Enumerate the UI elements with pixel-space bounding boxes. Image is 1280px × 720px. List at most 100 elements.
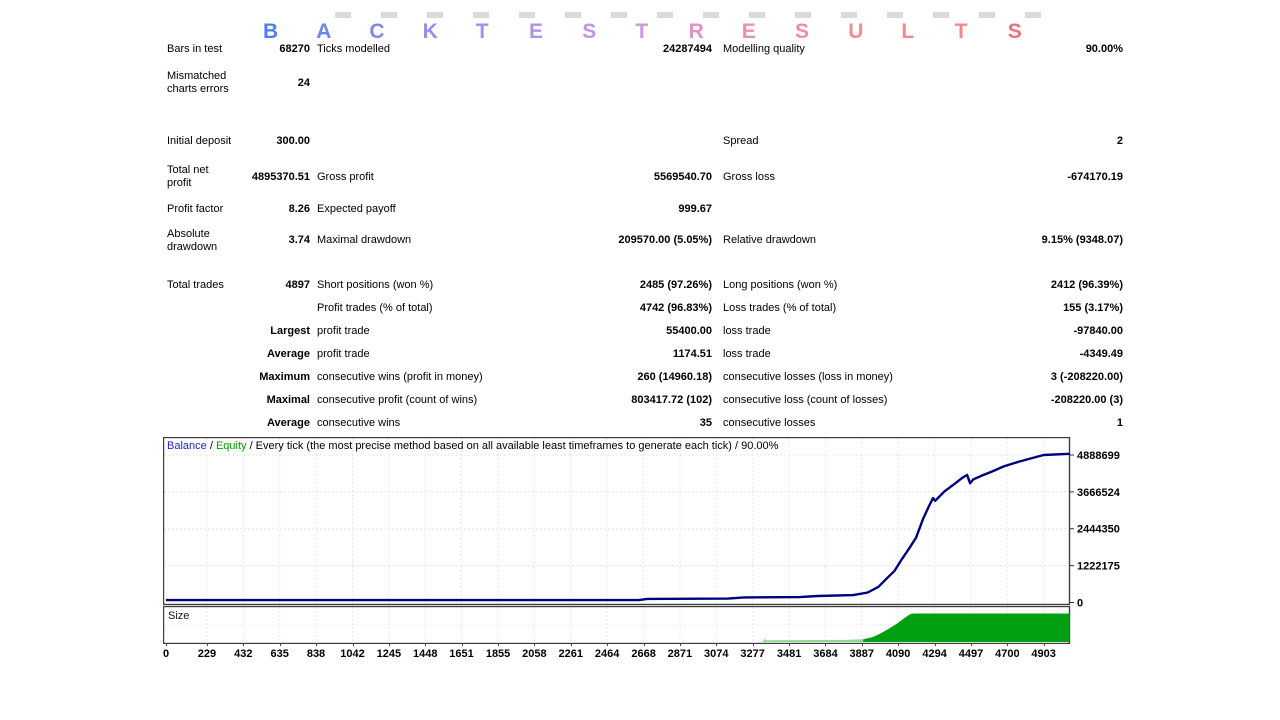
backtest-report-page: { "title": { "text": "BACKTEST RESULTS",… bbox=[0, 0, 1280, 720]
x-tick-label: 4700 bbox=[995, 648, 1019, 660]
x-tick bbox=[753, 643, 754, 646]
x-tick bbox=[971, 643, 972, 646]
x-tick-label: 1651 bbox=[449, 648, 473, 660]
report-cell-value: 55400.00 bbox=[557, 325, 712, 338]
report-cell-value: 4895370.51 bbox=[235, 171, 310, 184]
report-cell-value: Maximum bbox=[235, 371, 310, 384]
report-cell-value: 2412 (96.39%) bbox=[942, 279, 1123, 292]
balance-chart-svg: 01222175244435036665244888699 bbox=[163, 437, 1138, 607]
x-tick-label: 3887 bbox=[850, 648, 874, 660]
report-row: Bars in test68270Ticks modelled24287494M… bbox=[167, 38, 1123, 60]
report-cell-label: consecutive losses (loss in money) bbox=[723, 371, 942, 384]
report-cell-label: Maximal drawdown bbox=[317, 234, 557, 247]
report-row: Average profit trade1174.51 loss trade-434… bbox=[167, 343, 1123, 366]
x-tick bbox=[571, 643, 572, 646]
y-tick-label: 3666524 bbox=[1077, 487, 1121, 499]
report-cell-value: -4349.49 bbox=[942, 348, 1123, 361]
report-cell-label: Total net profit bbox=[167, 164, 235, 190]
x-tick-label: 432 bbox=[234, 648, 252, 660]
report-cell-label: consecutive loss (count of losses) bbox=[723, 394, 942, 407]
x-tick-label: 1448 bbox=[413, 648, 437, 660]
x-tick bbox=[935, 643, 936, 646]
report-cell-value: 803417.72 (102) bbox=[557, 394, 712, 407]
x-tick-label: 2668 bbox=[631, 648, 655, 660]
report-cell-value: Average bbox=[235, 348, 310, 361]
report-cell-value: -208220.00 (3) bbox=[942, 394, 1123, 407]
report-cell-label: profit trade bbox=[317, 348, 557, 361]
report-cell-label: Short positions (won %) bbox=[317, 279, 557, 292]
report-cell-value: 2485 (97.26%) bbox=[557, 279, 712, 292]
report-row: Absolute drawdown3.74Maximal drawdown209… bbox=[167, 223, 1123, 258]
x-tick-label: 838 bbox=[307, 648, 325, 660]
report-cell-label: consecutive wins (profit in money) bbox=[317, 371, 557, 384]
x-tick-label: 1245 bbox=[377, 648, 401, 660]
report-cell-value: -674170.19 bbox=[942, 171, 1123, 184]
y-tick-label: 2444350 bbox=[1077, 524, 1120, 536]
report-cell-label: Loss trades (% of total) bbox=[723, 302, 942, 315]
report-row: Mismatched charts errors24 bbox=[167, 60, 1123, 106]
report-cell-value: 1174.51 bbox=[557, 348, 712, 361]
x-tick-label: 2261 bbox=[558, 648, 582, 660]
x-tick-label: 1042 bbox=[340, 648, 364, 660]
report-cell-value: 35 bbox=[557, 417, 712, 430]
report-cell-label: Mismatched charts errors bbox=[167, 70, 235, 96]
chart-legend: Balance / Equity / Every tick (the most … bbox=[167, 440, 778, 452]
report-row: Total trades4897Short positions (won %)2… bbox=[167, 274, 1123, 297]
report-row: Averageconsecutive wins35consecutive los… bbox=[167, 412, 1123, 435]
chart-border bbox=[164, 438, 1070, 605]
report-cell-label: loss trade bbox=[723, 325, 942, 338]
x-tick-label: 2464 bbox=[595, 648, 619, 660]
report-cell-value: 260 (14960.18) bbox=[557, 371, 712, 384]
report-cell-label: Absolute drawdown bbox=[167, 228, 235, 254]
size-label: Size bbox=[168, 610, 189, 622]
x-tick bbox=[680, 643, 681, 646]
report-cell-label: consecutive profit (count of wins) bbox=[317, 394, 557, 407]
legend-part: Balance bbox=[167, 440, 207, 452]
report-cell-value: 4897 bbox=[235, 279, 310, 292]
report-cell-value: 24 bbox=[235, 77, 310, 90]
x-tick bbox=[607, 643, 608, 646]
report-cell-value: 2 bbox=[942, 135, 1123, 148]
report-cell-label: Total trades bbox=[167, 279, 235, 292]
report-cell-value: 300.00 bbox=[235, 135, 310, 148]
x-tick bbox=[789, 643, 790, 646]
x-tick-label: 2058 bbox=[522, 648, 546, 660]
x-tick bbox=[207, 643, 208, 646]
x-tick-label: 229 bbox=[198, 648, 216, 660]
report-cell-value: 24287494 bbox=[557, 43, 712, 56]
x-tick bbox=[166, 643, 167, 646]
x-tick-label: 635 bbox=[270, 648, 288, 660]
report-cell-value: 999.67 bbox=[557, 203, 712, 216]
x-tick-label: 4090 bbox=[886, 648, 910, 660]
x-axis: 0229432635838104212451448165118552058226… bbox=[163, 643, 1138, 661]
report-cell-label: Profit trades (% of total) bbox=[317, 302, 557, 315]
report-cell-label: Modelling quality bbox=[723, 43, 942, 56]
report-cell-value: 155 (3.17%) bbox=[942, 302, 1123, 315]
legend-part: / bbox=[207, 440, 216, 452]
x-tick bbox=[462, 643, 463, 646]
x-tick bbox=[243, 643, 244, 646]
report-row: Total net profit4895370.51Gross profit55… bbox=[167, 158, 1123, 196]
x-tick-label: 3277 bbox=[740, 648, 764, 660]
report-cell-label: Relative drawdown bbox=[723, 234, 942, 247]
y-tick-label: 4888699 bbox=[1077, 450, 1120, 462]
faint-text-artifact bbox=[335, 12, 1047, 18]
x-tick bbox=[534, 643, 535, 646]
report-row: Profit factor8.26Expected payoff999.67 bbox=[167, 196, 1123, 223]
x-tick-label: 4294 bbox=[922, 648, 946, 660]
report-cell-value: Largest bbox=[235, 325, 310, 338]
x-tick bbox=[316, 643, 317, 646]
report-cell-value: 3 (-208220.00) bbox=[942, 371, 1123, 384]
x-tick bbox=[716, 643, 717, 646]
report-cell-label: Profit factor bbox=[167, 203, 235, 216]
x-tick bbox=[644, 643, 645, 646]
legend-part: / Every tick (the most precise method ba… bbox=[247, 440, 779, 452]
report-cell-value: 68270 bbox=[235, 43, 310, 56]
report-row: Largest profit trade55400.00 loss trade-97… bbox=[167, 320, 1123, 343]
report-cell-label: Gross profit bbox=[317, 171, 557, 184]
report-cell-label: Expected payoff bbox=[317, 203, 557, 216]
report-cell-label: profit trade bbox=[317, 325, 557, 338]
report-cell-label: loss trade bbox=[723, 348, 942, 361]
x-tick-label: 4903 bbox=[1031, 648, 1055, 660]
report-cell-value: -97840.00 bbox=[942, 325, 1123, 338]
